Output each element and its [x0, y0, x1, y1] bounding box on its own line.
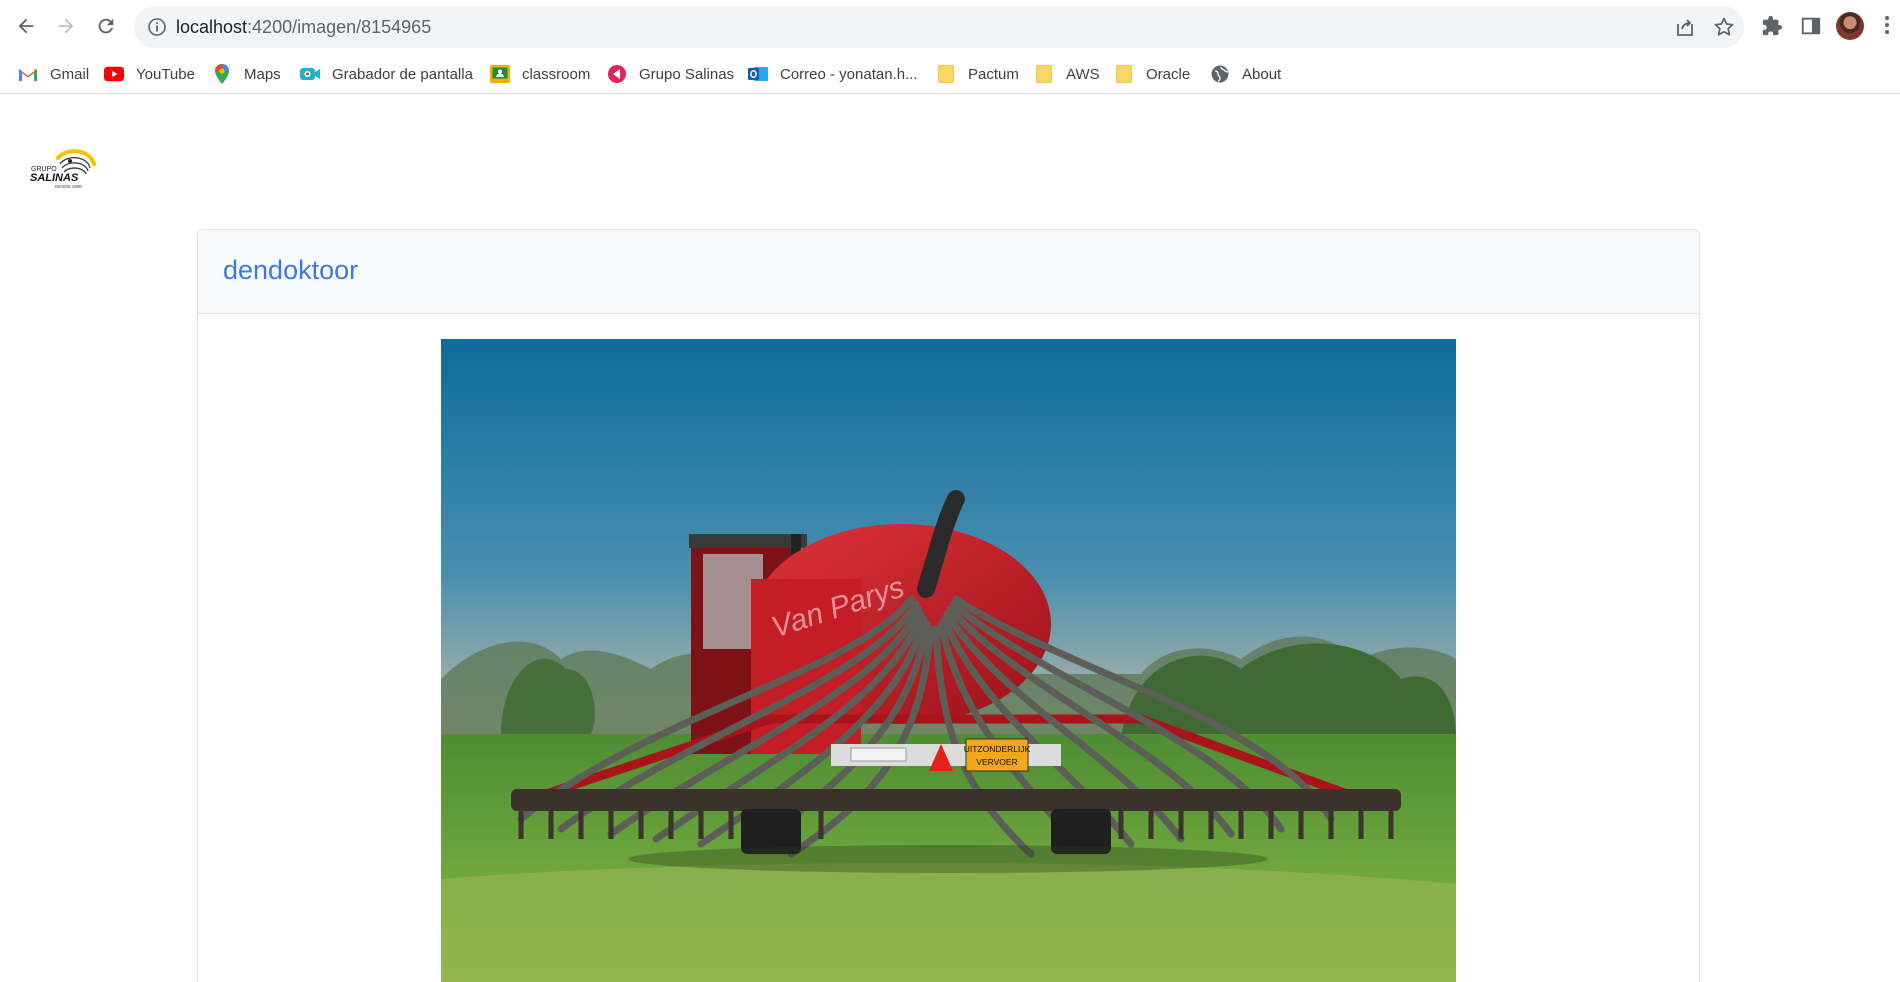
folder-icon — [1034, 64, 1054, 84]
side-panel-icon — [1801, 17, 1821, 35]
bookmark-star-icon[interactable] — [1712, 15, 1736, 39]
bookmark-grupo-salinas[interactable]: Grupo Salinas — [607, 54, 734, 94]
bookmark-label: Pactum — [968, 65, 1019, 83]
bookmark-label: Gmail — [50, 65, 90, 83]
bookmarks-bar: Gmail YouTube Maps Grabador de pantalla … — [0, 54, 1900, 94]
browser-toolbar: localhost:4200/imagen/8154965 — [0, 0, 1900, 54]
grupo-salinas-icon — [607, 64, 627, 84]
folder-icon — [936, 64, 956, 84]
url-path: :4200/imagen/8154965 — [247, 17, 432, 37]
bookmark-label: About — [1242, 65, 1282, 83]
classroom-icon — [490, 64, 510, 84]
maps-icon — [212, 64, 232, 84]
bookmark-label: classroom — [522, 65, 591, 83]
address-bar[interactable]: localhost:4200/imagen/8154965 — [134, 6, 1744, 48]
puzzle-icon — [1762, 15, 1783, 36]
tractor-photo: Van Parys UITZONDERLIJK VERVOER — [441, 339, 1456, 982]
site-info-icon[interactable] — [147, 17, 167, 37]
bookmark-label: Grupo Salinas — [639, 65, 735, 83]
gmail-icon — [18, 64, 38, 84]
photo-sign-line1: UITZONDERLIJK — [964, 744, 1031, 754]
back-arrow-icon — [18, 18, 34, 34]
bookmark-screen-recorder[interactable]: Grabador de pantalla — [300, 54, 473, 94]
forward-arrow-icon — [58, 18, 74, 34]
bookmark-gmail[interactable]: Gmail — [18, 54, 89, 94]
image-card: dendoktoor Van Parys UITZONDERLIJK VERVO… — [197, 229, 1700, 982]
youtube-icon — [104, 64, 124, 84]
bookmark-label: AWS — [1066, 65, 1100, 83]
svg-text:DESDE 1906: DESDE 1906 — [55, 184, 82, 189]
extensions-button[interactable] — [1758, 12, 1786, 40]
bookmark-youtube[interactable]: YouTube — [104, 54, 195, 94]
side-panel-button[interactable] — [1797, 12, 1825, 40]
bookmark-oracle[interactable]: Oracle — [1114, 54, 1190, 94]
bookmark-label: Grabador de pantalla — [332, 65, 473, 83]
bookmark-label: Correo - yonatan.h... — [780, 65, 918, 83]
bookmark-label: Maps — [244, 65, 281, 83]
photo-sign-line2: VERVOER — [976, 757, 1017, 767]
url-host: localhost — [176, 17, 248, 37]
outlook-icon — [748, 64, 768, 84]
url-text[interactable]: localhost:4200/imagen/8154965 — [176, 6, 431, 48]
bookmark-pactum[interactable]: Pactum — [936, 54, 1019, 94]
reload-button[interactable] — [89, 9, 123, 43]
image-title: dendoktoor — [223, 255, 359, 285]
bookmark-maps[interactable]: Maps — [212, 54, 281, 94]
card-header: dendoktoor — [198, 230, 1699, 314]
screen-recorder-icon — [300, 64, 320, 84]
forward-button[interactable] — [49, 9, 83, 43]
reload-icon — [98, 18, 114, 34]
svg-text:SALINAS: SALINAS — [30, 172, 79, 184]
bookmark-label: YouTube — [136, 65, 195, 83]
browser-menu-button[interactable] — [1884, 14, 1890, 38]
bookmark-label: Oracle — [1146, 65, 1191, 83]
profile-avatar[interactable] — [1836, 12, 1864, 40]
share-icon[interactable] — [1673, 15, 1697, 39]
globe-icon — [1210, 64, 1230, 84]
back-button[interactable] — [9, 9, 43, 43]
bookmark-about[interactable]: About — [1210, 54, 1281, 94]
grupo-salinas-logo[interactable]: GRUPO SALINAS DESDE 1906 — [30, 142, 96, 192]
bookmark-classroom[interactable]: classroom — [490, 54, 590, 94]
bookmark-correo[interactable]: Correo - yonatan.h... — [748, 54, 918, 94]
bookmark-aws[interactable]: AWS — [1034, 54, 1100, 94]
folder-icon — [1114, 64, 1134, 84]
